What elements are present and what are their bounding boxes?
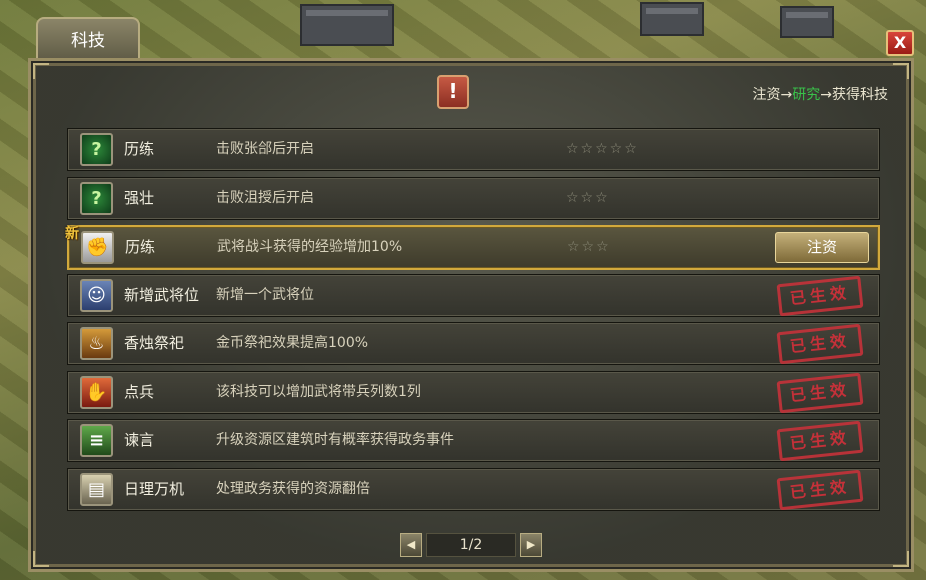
- tech-name: 新增武将位: [124, 286, 200, 304]
- page-indicator: 1/2: [426, 533, 516, 557]
- activated-stamp: 已生效: [776, 372, 864, 414]
- next-page-button[interactable]: ▶: [520, 533, 542, 557]
- tech-row[interactable]: ? 强壮 击败沮授后开启 ☆☆☆: [67, 177, 880, 220]
- document-icon: ▤: [80, 473, 113, 506]
- tech-description: 击败沮授后开启: [216, 190, 314, 206]
- activated-stamp: 已生效: [776, 323, 864, 365]
- tech-name: 香烛祭祀: [124, 334, 185, 352]
- arrow-icon: →: [780, 87, 793, 103]
- star-rating: ☆☆☆: [566, 190, 610, 206]
- star-rating: ☆☆☆: [567, 239, 611, 255]
- flow-step-research: 研究: [792, 87, 821, 103]
- panel-corner-ornament: [893, 551, 909, 567]
- tech-row[interactable]: ? 历练 击败张郃后开启 ☆☆☆☆☆: [67, 128, 880, 171]
- panel-corner-ornament: [33, 551, 49, 567]
- prev-page-button[interactable]: ◀: [400, 533, 422, 557]
- raised-fist-icon: ✋: [80, 376, 113, 409]
- tech-name: 点兵: [124, 383, 155, 401]
- alert-icon[interactable]: !: [437, 75, 469, 109]
- fist-icon: ✊: [81, 231, 114, 264]
- tech-row[interactable]: ✋ 点兵 该科技可以增加武将带兵列数1列 已生效: [67, 371, 880, 414]
- tech-name: 历练: [124, 140, 155, 158]
- tech-description: 击败张郃后开启: [216, 141, 314, 157]
- arrow-icon: →: [820, 87, 832, 103]
- research-flow-hint: 注资→研究→获得科技: [753, 84, 888, 104]
- tech-description: 金币祭祀效果提高100%: [216, 335, 369, 351]
- panel-corner-ornament: [893, 63, 909, 79]
- scroll-icon: ≡: [80, 424, 113, 457]
- flow-step-invest: 注资: [752, 87, 781, 103]
- tech-row[interactable]: ≡ 谏言 升级资源区建筑时有概率获得政务事件 已生效: [67, 419, 880, 462]
- pagination: ◀ 1/2 ▶: [400, 533, 542, 557]
- tech-row[interactable]: ▤ 日理万机 处理政务获得的资源翻倍 已生效: [67, 468, 880, 511]
- tech-description: 该科技可以增加武将带兵列数1列: [216, 384, 421, 400]
- tech-row[interactable]: ♨ 香烛祭祀 金币祭祀效果提高100% 已生效: [67, 322, 880, 365]
- question-icon: ?: [80, 182, 113, 215]
- map-building: [300, 4, 394, 46]
- tech-description: 处理政务获得的资源翻倍: [216, 481, 370, 497]
- incense-altar-icon: ♨: [80, 327, 113, 360]
- invest-button[interactable]: 注资: [775, 232, 869, 263]
- map-building: [640, 2, 704, 36]
- activated-stamp: 已生效: [776, 275, 864, 317]
- tech-name: 谏言: [124, 431, 155, 449]
- new-badge: 新: [65, 226, 79, 242]
- flow-step-obtain: 获得科技: [832, 87, 888, 103]
- map-building: [780, 6, 834, 38]
- tech-description: 升级资源区建筑时有概率获得政务事件: [216, 432, 454, 448]
- panel-corner-ornament: [33, 63, 49, 79]
- activated-stamp: 已生效: [776, 469, 864, 511]
- tab-technology[interactable]: 科技: [36, 17, 140, 61]
- star-rating: ☆☆☆☆☆: [566, 141, 639, 157]
- tech-name: 强壮: [124, 189, 155, 207]
- tech-name: 历练: [125, 238, 156, 256]
- activated-stamp: 已生效: [776, 420, 864, 462]
- tech-description: 武将战斗获得的经验增加10%: [217, 239, 403, 255]
- tech-name: 日理万机: [124, 480, 185, 498]
- close-button[interactable]: X: [886, 30, 914, 56]
- tech-row-selected[interactable]: ✊ 新 历练 武将战斗获得的经验增加10% ☆☆☆ 注资: [65, 225, 880, 270]
- tech-row[interactable]: ☺ 新增武将位 新增一个武将位 已生效: [67, 274, 880, 317]
- question-icon: ?: [80, 133, 113, 166]
- tech-description: 新增一个武将位: [216, 287, 314, 303]
- general-portrait-icon: ☺: [80, 279, 113, 312]
